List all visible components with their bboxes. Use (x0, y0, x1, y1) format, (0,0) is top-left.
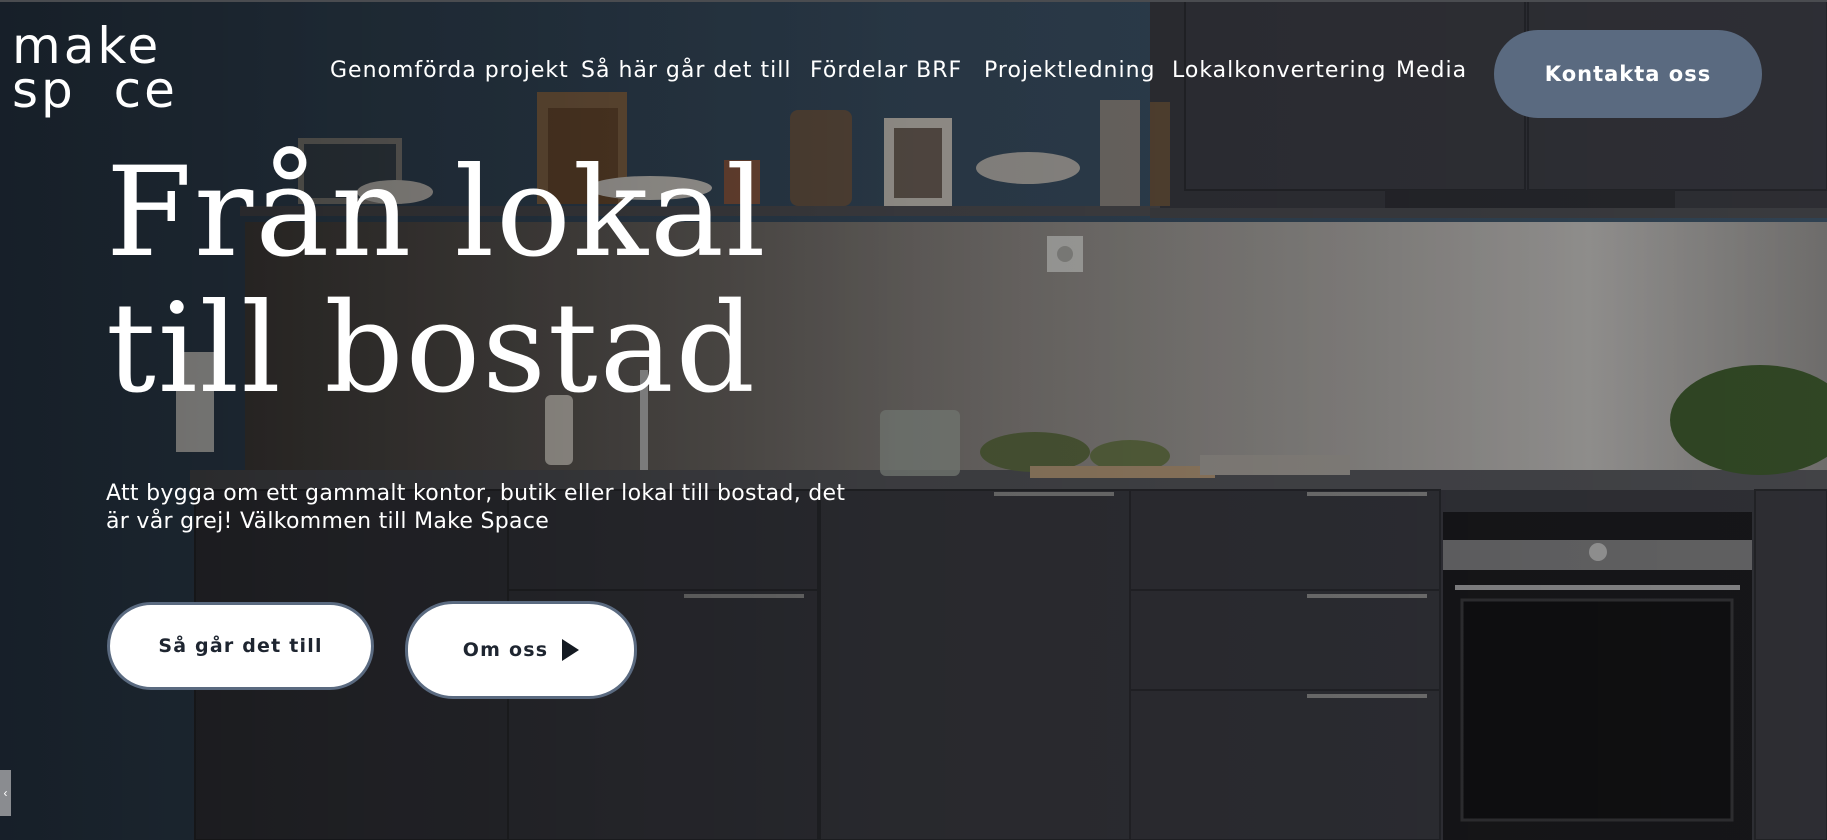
how-it-works-button[interactable]: Så går det till (107, 602, 374, 690)
hero-lead-text: Att bygga om ett gammalt kontor, butik e… (106, 481, 846, 534)
hero-section: make sp ce Genomförda projekt Så här går… (0, 0, 1827, 840)
hero-title-line-1: Från lokal (106, 141, 768, 285)
hero-title-line-2: till bostad (106, 277, 758, 421)
nav-item-sa-har-gar-det-till[interactable]: Så här går det till (581, 58, 791, 83)
nav-item-media[interactable]: Media (1396, 58, 1467, 83)
about-us-button[interactable]: Om oss (405, 601, 637, 699)
nav-item-genomforda-projekt[interactable]: Genomförda projekt (330, 58, 569, 83)
side-tab-toggle[interactable]: ‹ (0, 770, 11, 816)
hero-title: Från lokal till bostad (106, 145, 768, 417)
nav-item-fordelar-brf[interactable]: Fördelar BRF (810, 58, 962, 83)
how-it-works-label: Så går det till (158, 635, 323, 657)
about-us-label: Om oss (462, 639, 549, 661)
nav-item-projektledning[interactable]: Projektledning (984, 58, 1156, 83)
nav-item-lokalkonvertering[interactable]: Lokalkonvertering (1172, 58, 1386, 83)
main-navigation: Genomförda projekt Så här går det till F… (0, 0, 1827, 150)
play-icon (562, 639, 580, 661)
contact-button[interactable]: Kontakta oss (1494, 30, 1762, 118)
